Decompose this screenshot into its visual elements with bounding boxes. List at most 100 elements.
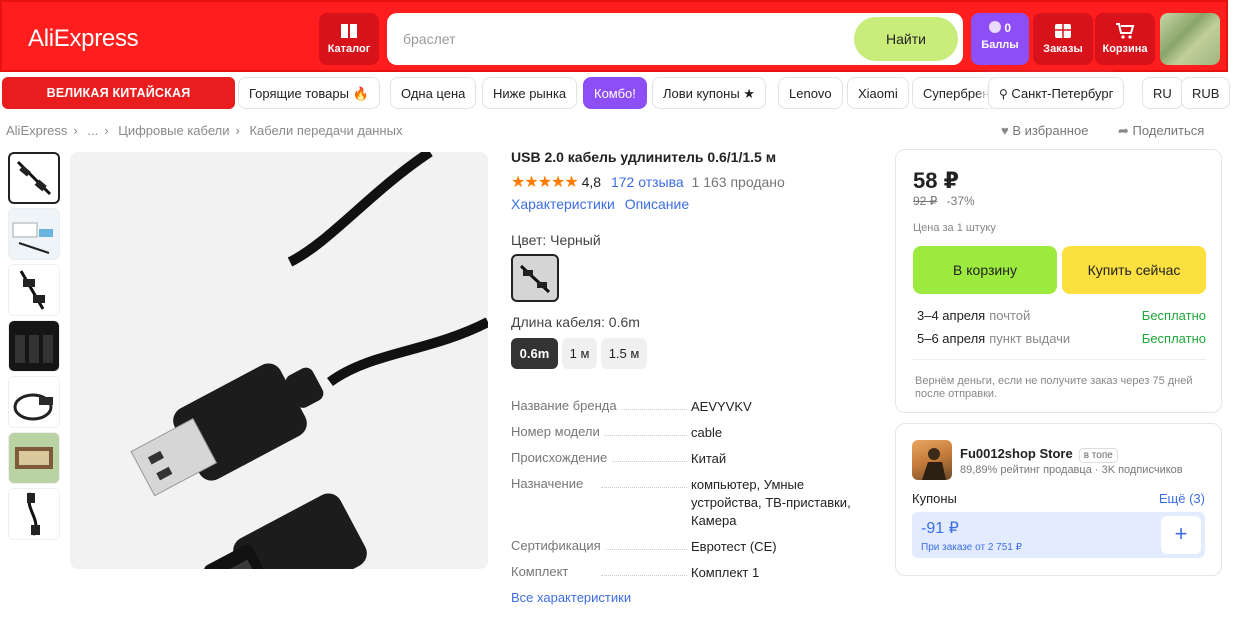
more-coupons-link[interactable]: Ещё (3) (1159, 491, 1205, 506)
length-option-1-5m[interactable]: 1.5 м (601, 338, 647, 369)
nav-below-market[interactable]: Ниже рынка (482, 77, 578, 109)
nav-superbrands[interactable]: Супербренды (912, 77, 994, 109)
product-main-image[interactable] (70, 152, 488, 569)
thumbnail-list (8, 152, 62, 544)
catalog-icon (341, 23, 357, 38)
thumbnail[interactable] (8, 264, 60, 316)
cart-button[interactable]: Корзина (1095, 13, 1155, 65)
thumbnail[interactable] (8, 432, 60, 484)
sold-count: 1 163 продано (691, 174, 785, 190)
breadcrumb-ellipsis[interactable]: ... (87, 123, 98, 138)
orders-box-icon (1055, 24, 1071, 38)
delivery-method: почтой (989, 308, 1031, 323)
add-to-cart-button[interactable]: В корзину (913, 246, 1057, 294)
share-icon: ➦ (1118, 123, 1129, 138)
breadcrumb: AliExpress › ... › Цифровые кабели › Кабели… (6, 123, 403, 138)
top-header: AliExpress Каталог браслет Найти 0 Баллы… (0, 0, 1228, 72)
cable-thumbnail-image (16, 160, 52, 196)
delivery-option: 3–4 апреля почтой Бесплатно (917, 308, 1206, 323)
catalog-button[interactable]: Каталог (319, 13, 379, 65)
nav-lenovo[interactable]: Lenovo (778, 77, 843, 109)
tab-specs[interactable]: Характеристики (511, 196, 615, 212)
delivery-option: 5–6 апреля пункт выдачи Бесплатно (917, 331, 1206, 346)
nav-xiaomi[interactable]: Xiaomi (847, 77, 909, 109)
points-count: 0 (1004, 21, 1012, 35)
store-card: Fu0012shop Store в топе 89,89% рейтинг пр… (895, 423, 1222, 576)
coupon-condition: При заказе от 2 751 ₽ (921, 542, 1022, 553)
spec-value: Евротест (CE) (691, 539, 777, 554)
nav-combo[interactable]: Комбо! (583, 77, 647, 109)
discount-badge: -37% (946, 194, 975, 208)
specs-table: Название бренда AEVYVKV Номер модели cable… (511, 398, 871, 590)
nav-one-price[interactable]: Одна цена (390, 77, 477, 109)
spec-row: Сертификация Евротест (CE) (511, 538, 871, 564)
coupons-label: Купоны (912, 491, 957, 506)
favorite-button[interactable]: ♥ В избранное (1001, 123, 1088, 138)
current-price: 58 ₽ (913, 168, 959, 193)
reviews-link[interactable]: 172 отзыва (611, 174, 684, 190)
product-tabs: Характеристики Описание (511, 196, 689, 212)
cart-label: Корзина (1102, 43, 1148, 55)
length-option-1m[interactable]: 1 м (562, 338, 597, 369)
color-option-black[interactable] (511, 254, 559, 302)
nav-hot-deals[interactable]: Горящие товары 🔥 (238, 77, 380, 109)
search-button[interactable]: Найти (854, 17, 958, 61)
share-button[interactable]: ➦ Поделиться (1118, 123, 1204, 139)
thumbnail[interactable] (8, 376, 60, 428)
city-selector[interactable]: ⚲ Санкт-Петербург (988, 77, 1125, 109)
breadcrumb-digital-cables[interactable]: Цифровые кабели (118, 123, 229, 138)
user-avatar[interactable] (1160, 13, 1220, 65)
city-label: Санкт-Петербург (1011, 86, 1114, 101)
store-avatar[interactable] (912, 440, 952, 480)
location-pin-icon: ⚲ (999, 87, 1008, 101)
thumbnail[interactable] (8, 152, 60, 204)
thumbnail[interactable] (8, 208, 60, 260)
thumbnail[interactable] (8, 488, 60, 540)
refund-guarantee: Вернём деньги, если не получите заказ че… (915, 375, 1193, 400)
orders-label: Заказы (1043, 43, 1083, 55)
spec-key: Сертификация (511, 538, 605, 553)
points-button[interactable]: 0 Баллы (971, 13, 1029, 65)
delivery-date: 3–4 апреля (917, 308, 986, 323)
nav-coupons[interactable]: Лови купоны ★ (652, 77, 766, 109)
breadcrumb-data-cables[interactable]: Кабели передачи данных (249, 123, 402, 138)
search-bar: браслет Найти (387, 13, 963, 65)
currency-selector[interactable]: RUB (1181, 77, 1231, 109)
length-label: Длина кабеля: 0.6m (511, 314, 640, 330)
tab-description[interactable]: Описание (625, 196, 689, 212)
buy-now-button[interactable]: Купить сейчас (1062, 246, 1206, 294)
black-cable-swatch (519, 264, 551, 294)
store-meta: 89,89% рейтинг продавца · 3K подписчиков (960, 464, 1183, 476)
aliexpress-logo[interactable]: AliExpress (28, 25, 139, 53)
star-rating-icon: ★★★★★ (511, 174, 579, 191)
search-input[interactable]: браслет (403, 31, 456, 47)
length-option-0-6m[interactable]: 0.6m (511, 338, 558, 369)
spec-key: Комплект (511, 564, 573, 579)
share-label: Поделиться (1132, 123, 1205, 138)
breadcrumb-home[interactable]: AliExpress (6, 123, 67, 138)
rating-value: 4,8 (581, 174, 602, 190)
heart-icon: ♥ (1001, 123, 1009, 138)
spec-key: Происхождение (511, 450, 612, 465)
spec-value: Комплект 1 (691, 565, 760, 580)
store-name[interactable]: Fu0012shop Store (960, 446, 1073, 461)
orders-button[interactable]: Заказы (1033, 13, 1093, 65)
coupon: -91 ₽ При заказе от 2 751 ₽ + (912, 512, 1205, 558)
spec-key: Назначение (511, 476, 588, 491)
favorite-label: В избранное (1012, 123, 1089, 138)
delivery-cost: Бесплатно (1141, 308, 1206, 323)
delivery-method: пункт выдачи (989, 331, 1071, 346)
language-selector[interactable]: RU (1142, 77, 1183, 109)
rating-row: ★★★★★ 4,8 172 отзыва 1 163 продано (511, 172, 785, 192)
spec-value: Китай (691, 451, 727, 466)
promo-banner[interactable]: ВЕЛИКАЯ КИТАЙСКАЯ РАСПРОДАЖА (2, 77, 235, 132)
spec-key: Номер модели (511, 424, 604, 439)
add-coupon-button[interactable]: + (1161, 516, 1201, 554)
store-name-row: Fu0012shop Store в топе (960, 446, 1118, 463)
old-price: 92 ₽ (913, 194, 938, 208)
thumbnail[interactable] (8, 320, 60, 372)
all-specs-link[interactable]: Все характеристики (511, 590, 631, 605)
top-badge: в топе (1078, 448, 1118, 463)
product-title: USB 2.0 кабель удлинитель 0.6/1/1.5 м (511, 149, 777, 165)
spec-row: Назначение компьютер, Умные устройства, Т… (511, 476, 871, 538)
